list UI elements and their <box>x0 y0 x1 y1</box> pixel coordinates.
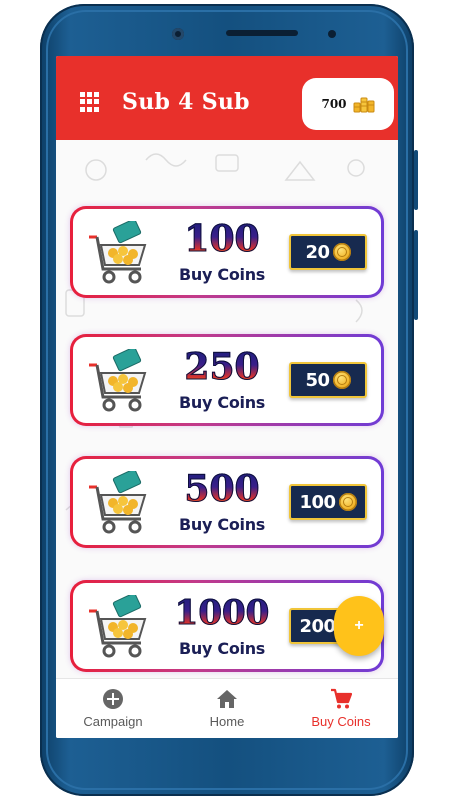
coin-balance[interactable]: 700 <box>302 78 394 130</box>
grid-menu-icon[interactable] <box>80 92 100 112</box>
package-label: Buy Coins <box>178 515 266 534</box>
bottom-navigation: Campaign Home Buy Coins <box>56 678 398 738</box>
shopping-cart-icon <box>89 221 147 284</box>
package-amount: 1000 <box>169 593 275 634</box>
front-camera <box>172 28 184 40</box>
price-value: 20 <box>305 241 330 263</box>
price-value: 200 <box>299 615 336 637</box>
plus-icon: + <box>354 617 364 634</box>
price-badge[interactable]: 100 <box>289 484 367 520</box>
app-screen: Sub 4 Sub 700 100 Buy Coins 20 250 Buy C… <box>56 56 398 738</box>
coin-package-card[interactable]: 250 Buy Coins 50 <box>70 334 384 426</box>
add-circle-icon <box>103 689 123 709</box>
package-label: Buy Coins <box>178 639 266 658</box>
home-icon <box>217 690 237 708</box>
coin-stack-icon <box>353 97 375 113</box>
price-badge[interactable]: 20 <box>289 234 367 270</box>
price-badge[interactable]: 50 <box>289 362 367 398</box>
package-label: Buy Coins <box>178 393 266 412</box>
shopping-cart-icon <box>89 471 147 534</box>
shopping-cart-icon <box>89 349 147 412</box>
nav-label-home: Home <box>209 714 245 729</box>
price-value: 100 <box>299 491 336 513</box>
package-amount: 100 <box>169 219 275 260</box>
shopping-cart-icon <box>89 595 147 658</box>
nav-item-buy-coins[interactable]: Buy Coins <box>284 679 398 738</box>
proximity-sensor <box>328 30 336 38</box>
nav-item-campaign[interactable]: Campaign <box>56 679 170 738</box>
earpiece-speaker <box>226 30 298 36</box>
app-bar: Sub 4 Sub 700 <box>56 56 398 140</box>
coin-balance-value: 700 <box>321 97 347 111</box>
coin-package-card[interactable]: 100 Buy Coins 20 <box>70 206 384 298</box>
price-value: 50 <box>305 369 330 391</box>
coin-icon <box>332 243 351 261</box>
nav-label-buy-coins: Buy Coins <box>311 714 371 729</box>
coin-icon <box>332 371 351 389</box>
app-title: Sub 4 Sub <box>122 89 250 115</box>
volume-button <box>414 230 418 320</box>
coin-package-card[interactable]: 500 Buy Coins 100 <box>70 456 384 548</box>
cart-icon <box>331 688 352 709</box>
package-label: Buy Coins <box>178 265 266 284</box>
nav-label-campaign: Campaign <box>83 714 143 729</box>
coin-icon <box>338 493 357 511</box>
nav-item-home[interactable]: Home <box>170 679 284 738</box>
package-amount: 500 <box>169 469 275 510</box>
package-amount: 250 <box>169 347 275 388</box>
add-fab-button[interactable]: + <box>334 596 384 656</box>
power-button <box>414 150 418 210</box>
